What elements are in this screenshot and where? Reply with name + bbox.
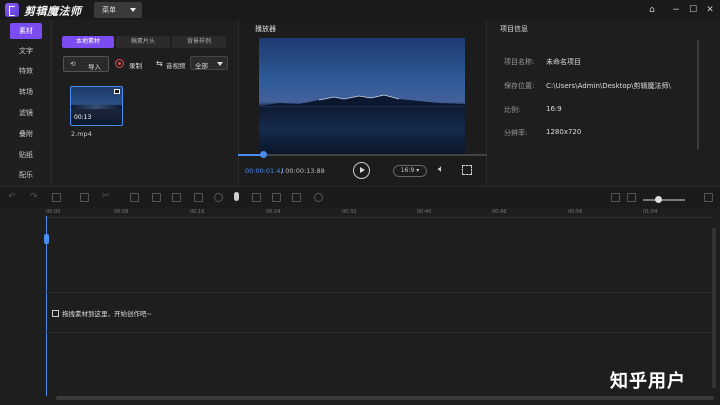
player-title: 播放器 xyxy=(255,25,276,33)
tick-label: 00:16 xyxy=(190,209,205,215)
zoom-slider-track[interactable] xyxy=(643,199,685,201)
delete-icon[interactable] xyxy=(52,193,61,202)
aspect-ratio-value: 16:9 xyxy=(400,167,415,174)
track-divider xyxy=(44,292,712,293)
thumbnail-duration: 00:13 xyxy=(74,114,92,121)
tick-label: 01:04 xyxy=(643,209,658,215)
info-key-name: 项目名称: xyxy=(504,58,535,66)
play-button[interactable] xyxy=(353,162,370,179)
current-time: 00:00:01.41 xyxy=(245,167,285,175)
playhead-handle[interactable] xyxy=(44,234,49,244)
watermark: 知乎用户 xyxy=(610,371,686,392)
project-info-title: 项目信息 xyxy=(500,25,528,33)
project-info-panel xyxy=(488,20,720,185)
media-filename: 2.mp4 xyxy=(71,130,92,138)
timeline-vertical-scrollbar[interactable] xyxy=(712,228,716,388)
volume-icon[interactable]: 🔈︎ xyxy=(438,164,444,175)
drop-hint: 拖拽素材到这里，开始创作吧~ xyxy=(52,308,152,318)
rotate-icon[interactable] xyxy=(152,193,161,202)
import-icon: ⟲ xyxy=(70,60,76,68)
info-key-ratio: 比例: xyxy=(504,106,521,114)
maximize-icon[interactable]: ☐ xyxy=(686,3,700,17)
clock-icon[interactable] xyxy=(314,193,323,202)
tab-local-media[interactable]: 本地素材 xyxy=(62,36,114,48)
info-scrollbar[interactable] xyxy=(697,40,699,150)
mountain-graphic xyxy=(259,94,465,106)
edit-icon[interactable] xyxy=(80,193,89,202)
timer-icon[interactable] xyxy=(214,193,223,202)
progress-handle[interactable] xyxy=(260,151,267,158)
filter-label: 音视频 xyxy=(166,62,186,70)
menu-label: 菜单 xyxy=(102,6,116,14)
minimize-icon[interactable]: − xyxy=(669,3,683,17)
tick-label: 00:56 xyxy=(568,209,583,215)
mosaic-icon[interactable] xyxy=(194,193,203,202)
tick-label: 00:40 xyxy=(417,209,432,215)
import-label: 导入 xyxy=(88,63,101,71)
drop-hint-text: 拖拽素材到这里，开始创作吧~ xyxy=(62,310,152,318)
progress-track[interactable] xyxy=(238,154,487,156)
crop-icon[interactable] xyxy=(130,193,139,202)
info-value-ratio: 16:9 xyxy=(546,105,562,113)
chevron-down-icon xyxy=(217,62,223,66)
info-key-path: 保存位置: xyxy=(504,82,535,90)
audio-detach-icon[interactable] xyxy=(252,193,261,202)
timeline-ruler[interactable] xyxy=(44,208,712,218)
record-label[interactable]: 录制 xyxy=(129,60,142,70)
tick-label: 00:32 xyxy=(342,209,357,215)
home-icon[interactable]: ⌂ xyxy=(645,3,659,17)
zoom-in-icon[interactable] xyxy=(704,193,713,202)
info-value-path: C:\Users\Admin\Desktop\剪辑魔法师\ xyxy=(546,82,671,90)
tick-label: 00:24 xyxy=(266,209,281,215)
total-time: / 00:00:13.88 xyxy=(281,167,325,175)
speed-icon[interactable] xyxy=(172,193,181,202)
tick-label: 00:00 xyxy=(46,209,61,215)
sidebar-item-material[interactable]: 素材 xyxy=(10,23,42,39)
fullscreen-icon[interactable] xyxy=(462,165,472,175)
mountain-graphic xyxy=(71,105,122,109)
close-icon[interactable]: ✕ xyxy=(703,3,717,17)
copy-icon[interactable] xyxy=(292,193,301,202)
microphone-icon[interactable] xyxy=(234,192,239,201)
add-clip-icon xyxy=(52,310,59,317)
swap-icon: ⇆ xyxy=(156,59,163,68)
tick-label: 00:08 xyxy=(114,209,129,215)
undo-icon[interactable]: ↶ xyxy=(8,192,16,202)
sidebar-item-transitions[interactable]: 转场 xyxy=(0,84,52,100)
sidebar-item-music[interactable]: 配乐 xyxy=(0,167,52,183)
import-button[interactable]: ⟲ 导入 xyxy=(63,56,109,72)
app-logo-icon xyxy=(5,3,19,17)
tab-backgrounds[interactable]: 背景样例 xyxy=(172,36,226,48)
redo-icon[interactable]: ↷ xyxy=(30,192,38,202)
zoom-slider-handle[interactable] xyxy=(655,196,662,203)
filter-value: 全部 xyxy=(195,62,208,70)
sidebar-nav: 素材 文字 特效 转场 滤镜 叠附 贴纸 配乐 xyxy=(0,20,52,185)
freeze-icon[interactable] xyxy=(272,193,281,202)
video-preview xyxy=(259,38,465,154)
track-divider xyxy=(44,332,712,333)
info-value-name: 未命名项目 xyxy=(546,58,581,66)
split-icon[interactable]: ✂ xyxy=(102,191,110,201)
timeline-horizontal-scrollbar[interactable] xyxy=(56,396,714,400)
sidebar-item-effects[interactable]: 特效 xyxy=(0,63,52,79)
screen-icon[interactable] xyxy=(611,193,620,202)
filter-select[interactable]: 全部 xyxy=(190,56,228,70)
zoom-out-icon[interactable] xyxy=(627,193,636,202)
sidebar-item-stickers[interactable]: 贴纸 xyxy=(0,147,52,163)
aspect-ratio-select[interactable]: 16:9 ▾ xyxy=(393,165,427,177)
chevron-down-icon xyxy=(130,8,136,12)
tick-label: 00:48 xyxy=(492,209,507,215)
sidebar-item-filters[interactable]: 滤镜 xyxy=(0,105,52,121)
sidebar-item-text[interactable]: 文字 xyxy=(0,43,52,59)
media-thumbnail[interactable]: 00:13 xyxy=(70,86,123,126)
menu-button[interactable]: 菜单 xyxy=(94,2,142,18)
record-icon[interactable] xyxy=(115,59,124,68)
check-icon[interactable] xyxy=(114,89,120,94)
tab-intro-clips[interactable]: 稿素片头 xyxy=(116,36,170,48)
info-value-resolution: 1280x720 xyxy=(546,128,582,136)
app-title: 剪辑魔法师 xyxy=(24,5,82,18)
info-key-resolution: 分辨率: xyxy=(504,129,528,137)
sidebar-item-overlay[interactable]: 叠附 xyxy=(0,126,52,142)
